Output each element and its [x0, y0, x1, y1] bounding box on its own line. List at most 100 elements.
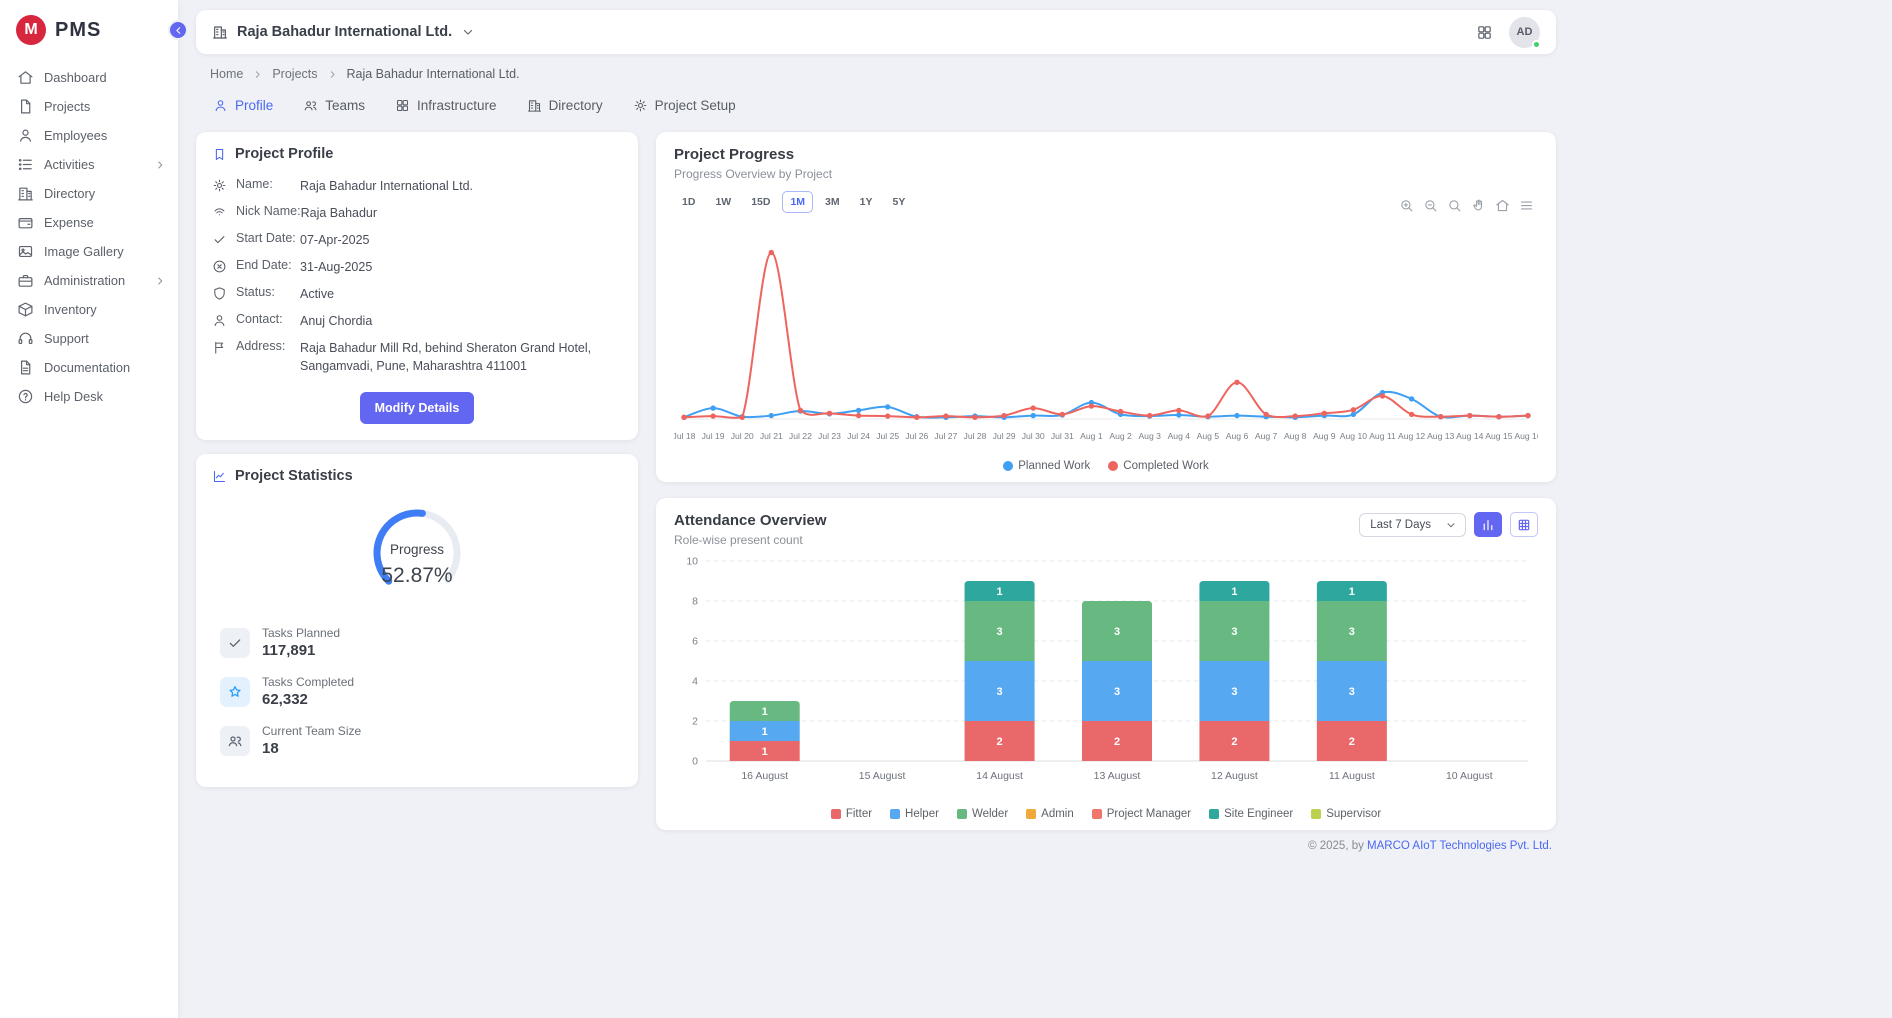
app-root: M PMS DashboardProjectsEmployeesActiviti…: [0, 0, 1892, 1018]
users-icon: [220, 726, 250, 756]
date-range-value: Last 7 Days: [1370, 519, 1431, 531]
range-button-1y[interactable]: 1Y: [852, 191, 881, 213]
range-button-1w[interactable]: 1W: [707, 191, 739, 213]
table-view-button[interactable]: [1510, 512, 1538, 537]
legend-item-welder[interactable]: Welder: [957, 808, 1008, 820]
svg-text:Jul 27: Jul 27: [934, 431, 957, 441]
sidebar-item-activities[interactable]: Activities: [0, 150, 178, 179]
zoom-in-icon[interactable]: [1399, 198, 1414, 213]
sidebar-item-label: Dashboard: [44, 70, 107, 85]
building-icon: [17, 185, 34, 202]
tab-profile[interactable]: Profile: [213, 98, 273, 113]
zoom-out-icon[interactable]: [1423, 198, 1438, 213]
profile-card-header: Project Profile: [212, 146, 622, 162]
svg-text:Jul 30: Jul 30: [1022, 431, 1045, 441]
stat-label: Tasks Completed: [262, 675, 354, 689]
svg-text:Aug 15: Aug 15: [1485, 431, 1512, 441]
range-selector: 1D1W15D1M3M1Y5Y: [674, 191, 913, 213]
sidebar-item-employees[interactable]: Employees: [0, 121, 178, 150]
logo[interactable]: M PMS: [0, 0, 178, 55]
chart-line-icon: [212, 469, 227, 484]
legend-label: Welder: [972, 808, 1008, 820]
breadcrumb-link-home[interactable]: Home: [210, 67, 243, 81]
sidebar-item-expense[interactable]: Expense: [0, 208, 178, 237]
legend-item-project-manager[interactable]: Project Manager: [1092, 808, 1191, 820]
legend-item-supervisor[interactable]: Supervisor: [1311, 808, 1381, 820]
sidebar-collapse-button[interactable]: [168, 20, 188, 40]
legend-marker: [957, 809, 967, 819]
legend-label: Planned Work: [1018, 460, 1090, 472]
avatar-initials: AD: [1517, 26, 1533, 38]
sidebar-item-administration[interactable]: Administration: [0, 266, 178, 295]
sidebar-item-label: Directory: [44, 186, 95, 201]
search-icon[interactable]: [1447, 198, 1462, 213]
check-icon: [212, 232, 227, 247]
sidebar: M PMS Dashboard ProjectsEmployeesActiviti…: [0, 0, 178, 1018]
profile-field-address: Address:Raja Bahadur Mill Rd, behind She…: [212, 335, 622, 380]
chevron-right-icon: [327, 69, 338, 80]
bar-chart-icon: [1481, 518, 1495, 532]
company-selector[interactable]: Raja Bahadur International Ltd.: [212, 24, 475, 40]
menu-icon[interactable]: [1519, 198, 1534, 213]
image-icon: [17, 243, 34, 260]
legend-item-planned-work[interactable]: Planned Work: [1003, 460, 1090, 472]
sidebar-item-inventory[interactable]: Inventory: [0, 295, 178, 324]
grid-icon: [395, 98, 410, 113]
sidebar-item-dashboard[interactable]: Dashboard: [0, 63, 178, 92]
tab-label: Project Setup: [655, 98, 736, 113]
gauge-value: 52.87%: [352, 564, 482, 588]
date-range-select[interactable]: Last 7 Days: [1359, 513, 1466, 537]
tab-infrastructure[interactable]: Infrastructure: [395, 98, 497, 113]
legend-label: Completed Work: [1123, 460, 1208, 472]
sidebar-item-image-gallery[interactable]: Image Gallery: [0, 237, 178, 266]
left-column: Project Profile Name:Raja Bahadur Intern…: [196, 132, 638, 787]
legend-marker: [831, 809, 841, 819]
tab-directory[interactable]: Directory: [527, 98, 603, 113]
legend-item-helper[interactable]: Helper: [890, 808, 939, 820]
range-button-15d[interactable]: 15D: [743, 191, 778, 213]
avatar[interactable]: AD: [1509, 17, 1540, 48]
online-status-dot: [1532, 40, 1541, 49]
footer-link[interactable]: MARCO AIoT Technologies Pvt. Ltd.: [1367, 840, 1552, 852]
legend-item-fitter[interactable]: Fitter: [831, 808, 872, 820]
svg-text:10: 10: [686, 556, 698, 568]
svg-text:1: 1: [1231, 586, 1237, 598]
svg-text:Aug 6: Aug 6: [1226, 431, 1249, 441]
modify-details-button[interactable]: Modify Details: [360, 392, 475, 424]
svg-text:Aug 9: Aug 9: [1313, 431, 1336, 441]
range-button-5y[interactable]: 5Y: [884, 191, 913, 213]
sidebar-item-projects[interactable]: Projects: [0, 92, 178, 121]
sidebar-item-documentation[interactable]: Documentation: [0, 353, 178, 382]
svg-text:1: 1: [1349, 586, 1355, 598]
tab-project-setup[interactable]: Project Setup: [633, 98, 736, 113]
range-button-3m[interactable]: 3M: [817, 191, 848, 213]
field-label: Status:: [236, 285, 300, 299]
sidebar-item-directory[interactable]: Directory: [0, 179, 178, 208]
sidebar-item-label: Inventory: [44, 302, 97, 317]
chevron-right-icon: [154, 275, 166, 287]
breadcrumb-link-projects[interactable]: Projects: [272, 67, 317, 81]
legend-item-completed-work[interactable]: Completed Work: [1108, 460, 1208, 472]
bar-chart-view-button[interactable]: [1474, 512, 1502, 537]
sidebar-item-help-desk[interactable]: Help Desk: [0, 382, 178, 411]
svg-text:3: 3: [1231, 686, 1237, 698]
tab-teams[interactable]: Teams: [303, 98, 365, 113]
field-label: Nick Name:: [236, 204, 301, 218]
sidebar-item-support[interactable]: Support: [0, 324, 178, 353]
sidebar-item-label: Administration: [44, 273, 125, 288]
attendance-bar-chart[interactable]: 024681011116 August15 August233114 Augus…: [674, 549, 1538, 806]
progress-line-chart[interactable]: Jul 18Jul 19Jul 20Jul 21Jul 22Jul 23Jul …: [674, 215, 1538, 458]
footer: © 2025, by MARCO AIoT Technologies Pvt. …: [196, 840, 1556, 852]
range-button-1d[interactable]: 1D: [674, 191, 703, 213]
svg-text:3: 3: [1349, 686, 1355, 698]
legend-item-site-engineer[interactable]: Site Engineer: [1209, 808, 1293, 820]
svg-text:Jul 18: Jul 18: [674, 431, 696, 441]
attendance-card-title: Attendance Overview: [674, 512, 827, 529]
legend-item-admin[interactable]: Admin: [1026, 808, 1074, 820]
x-circle-icon: [212, 259, 227, 274]
hand-icon[interactable]: [1471, 198, 1486, 213]
apps-grid-button[interactable]: [1476, 24, 1493, 41]
home-icon[interactable]: [1495, 198, 1510, 213]
svg-text:Aug 13: Aug 13: [1427, 431, 1454, 441]
range-button-1m[interactable]: 1M: [782, 191, 813, 213]
